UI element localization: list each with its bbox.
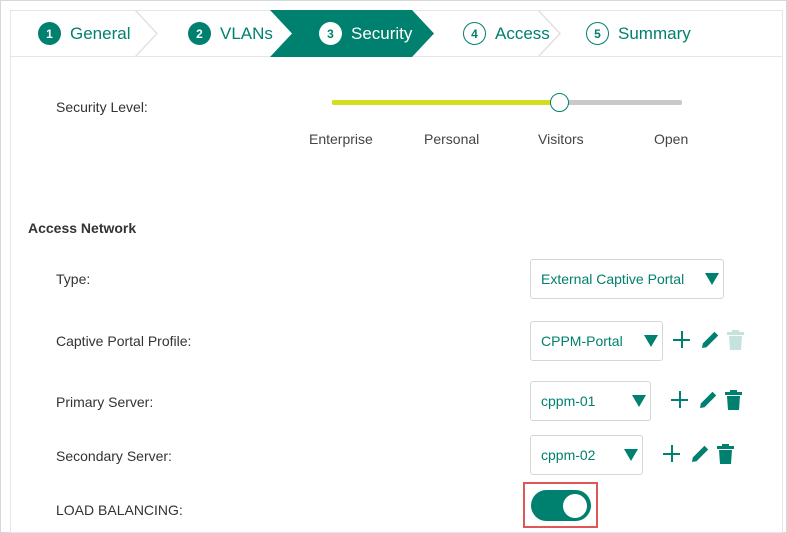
load-balancing-toggle[interactable]: [531, 490, 591, 521]
add-icon[interactable]: [663, 445, 680, 462]
type-value: External Captive Portal: [541, 271, 685, 287]
step-label: Summary: [618, 23, 691, 43]
captive-portal-profile-value: CPPM-Portal: [541, 333, 623, 349]
primary-server-label: Primary Server:: [56, 394, 154, 410]
add-icon[interactable]: [671, 391, 688, 408]
edit-icon[interactable]: [698, 389, 719, 410]
step-label: General: [70, 23, 131, 43]
step-general[interactable]: 1 General: [38, 10, 130, 57]
step-number: 2: [188, 22, 211, 45]
secondary-server-label: Secondary Server:: [56, 448, 172, 464]
access-network-title: Access Network: [28, 220, 137, 236]
step-vlans[interactable]: 2 VLANs: [188, 10, 273, 57]
captive-portal-profile-label: Captive Portal Profile:: [56, 333, 192, 349]
captive-portal-profile-select[interactable]: CPPM-Portal: [530, 321, 663, 361]
level-open[interactable]: Open: [654, 131, 688, 147]
slider-fill: [332, 100, 560, 105]
delete-icon-disabled[interactable]: [727, 330, 744, 350]
primary-server-select[interactable]: cppm-01: [530, 381, 651, 421]
delete-icon[interactable]: [717, 444, 734, 464]
step-label: VLANs: [220, 23, 273, 43]
step-number: 5: [586, 22, 609, 45]
level-enterprise[interactable]: Enterprise: [309, 131, 373, 147]
security-level-label: Security Level:: [56, 99, 148, 115]
step-number: 3: [319, 22, 342, 45]
step-security[interactable]: 3 Security: [319, 10, 412, 57]
load-balancing-label: LOAD BALANCING:: [56, 502, 183, 518]
security-level-slider[interactable]: [332, 93, 682, 112]
chevron-down-icon: [644, 335, 658, 347]
slider-thumb[interactable]: [549, 93, 569, 112]
step-number: 4: [463, 22, 486, 45]
level-personal[interactable]: Personal: [424, 131, 479, 147]
toggle-knob: [563, 493, 587, 518]
type-select[interactable]: External Captive Portal: [530, 259, 724, 299]
type-label: Type:: [56, 271, 91, 287]
add-icon[interactable]: [673, 331, 690, 348]
wizard-steps: 1 General 2 VLANs 3 Security 4 Access 5 …: [10, 10, 783, 57]
secondary-server-value: cppm-02: [541, 447, 596, 463]
chevron-down-icon: [624, 449, 638, 461]
step-label: Access: [495, 23, 550, 43]
highlight-box: [523, 482, 598, 528]
step-access[interactable]: 4 Access: [463, 10, 550, 57]
edit-icon[interactable]: [700, 329, 721, 350]
step-label: Security: [351, 23, 413, 43]
chevron-down-icon: [632, 395, 646, 407]
step-number: 1: [38, 22, 61, 45]
secondary-server-select[interactable]: cppm-02: [530, 435, 643, 475]
primary-server-value: cppm-01: [541, 393, 596, 409]
delete-icon[interactable]: [725, 390, 742, 410]
edit-icon[interactable]: [690, 443, 711, 464]
level-visitors[interactable]: Visitors: [538, 131, 584, 147]
chevron-down-icon: [705, 273, 719, 285]
step-summary[interactable]: 5 Summary: [586, 10, 691, 57]
